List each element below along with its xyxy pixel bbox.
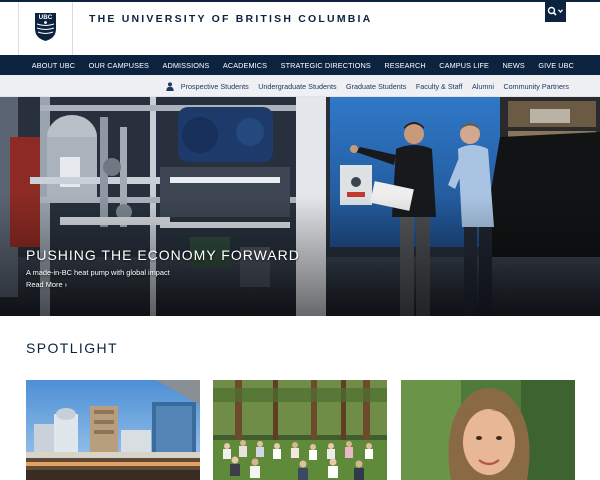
hero-title: PUSHING THE ECONOMY FORWARD bbox=[26, 247, 300, 263]
audience-link-community-partners[interactable]: Community Partners bbox=[503, 82, 569, 91]
nav-item-campus-life[interactable]: CAMPUS LIFE bbox=[439, 61, 489, 70]
campus-buildings-photo bbox=[26, 380, 200, 480]
nav-item-admissions[interactable]: ADMISSIONS bbox=[163, 61, 210, 70]
audience-link-faculty-staff[interactable]: Faculty & Staff bbox=[416, 82, 463, 91]
woman-portrait-photo bbox=[401, 380, 575, 480]
nav-item-our-campuses[interactable]: OUR CAMPUSES bbox=[89, 61, 149, 70]
audience-link-prospective-students[interactable]: Prospective Students bbox=[181, 82, 249, 91]
hero-banner[interactable] bbox=[0, 97, 600, 316]
primary-navigation: ABOUT UBC OUR CAMPUSES ADMISSIONS ACADEM… bbox=[0, 55, 600, 75]
spotlight-card-campus[interactable] bbox=[26, 380, 200, 480]
audience-navigation: Prospective Students Undergraduate Stude… bbox=[0, 75, 600, 97]
chevron-down-icon bbox=[558, 9, 563, 13]
university-name[interactable]: THE UNIVERSITY OF BRITISH COLUMBIA bbox=[89, 13, 372, 25]
nav-item-academics[interactable]: ACADEMICS bbox=[223, 61, 267, 70]
search-icon bbox=[547, 6, 563, 16]
spotlight-card-yoga[interactable] bbox=[213, 380, 387, 480]
audience-link-undergraduate-students[interactable]: Undergraduate Students bbox=[258, 82, 336, 91]
site-header: UBC THE UNIVERSITY OF BRITISH COLUMBIA bbox=[0, 1, 600, 55]
hero-subtitle: A made-in-BC heat pump with global impac… bbox=[26, 268, 170, 277]
spotlight-card-portrait[interactable] bbox=[401, 380, 575, 480]
hero-lab-photo bbox=[0, 97, 600, 316]
nav-item-news[interactable]: NEWS bbox=[503, 61, 525, 70]
nav-item-strategic-directions[interactable]: STRATEGIC DIRECTIONS bbox=[281, 61, 371, 70]
outdoor-yoga-class-photo bbox=[213, 380, 387, 480]
nav-item-about-ubc[interactable]: ABOUT UBC bbox=[32, 61, 75, 70]
audience-link-alumni[interactable]: Alumni bbox=[472, 82, 494, 91]
person-icon bbox=[166, 81, 174, 91]
logo-text: UBC bbox=[39, 14, 53, 21]
nav-item-research[interactable]: RESEARCH bbox=[384, 61, 425, 70]
audience-link-graduate-students[interactable]: Graduate Students bbox=[346, 82, 406, 91]
nav-item-give-ubc[interactable]: GIVE UBC bbox=[538, 61, 574, 70]
ubc-crest-icon: UBC bbox=[35, 13, 56, 41]
ubc-logo[interactable]: UBC bbox=[18, 2, 73, 55]
search-button[interactable] bbox=[545, 1, 566, 22]
spotlight-heading: SPOTLIGHT bbox=[26, 340, 118, 356]
hero-read-more-link[interactable]: Read More › bbox=[26, 280, 67, 289]
